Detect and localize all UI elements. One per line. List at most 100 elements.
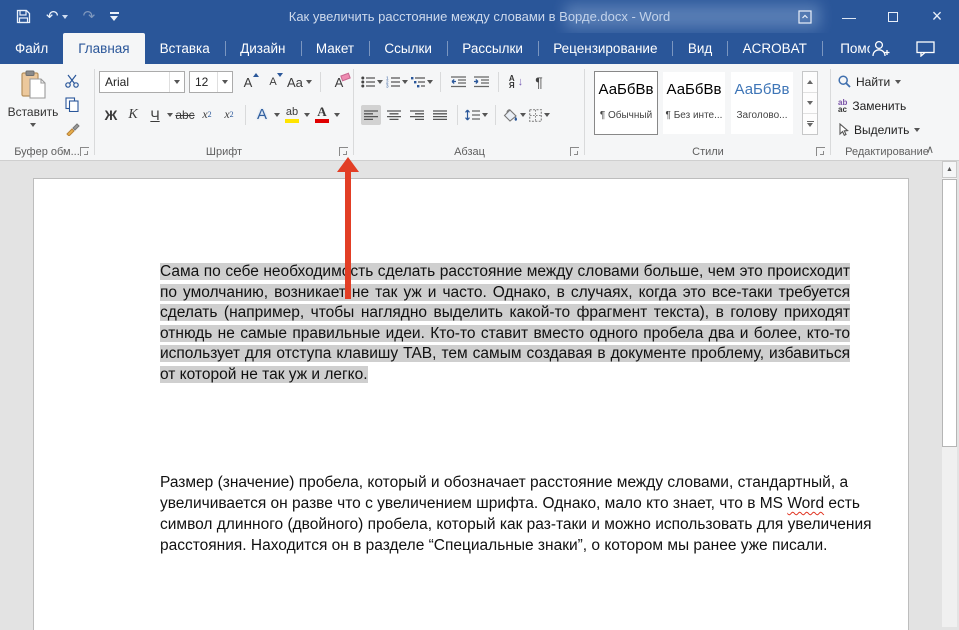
annotation-arrow-shaft (345, 171, 351, 299)
paste-dropdown-caret[interactable] (30, 123, 36, 127)
multilevel-list-button[interactable] (411, 72, 433, 92)
vertical-scrollbar[interactable]: ▲ (942, 161, 957, 627)
shrink-font-arrow-icon (277, 73, 283, 77)
select-button[interactable]: Выделить (838, 120, 920, 139)
share-person-icon[interactable] (870, 40, 890, 57)
window-titlebar: ↶ ↷ Как увеличить расстояние между слова… (0, 0, 959, 33)
font-size-combo[interactable]: 12 (189, 71, 233, 93)
align-left-icon (364, 110, 378, 121)
text-highlight-button[interactable]: ab (282, 104, 302, 125)
document-page[interactable] (33, 178, 909, 630)
eraser-icon (340, 72, 351, 81)
strikethrough-button[interactable]: abc (175, 104, 195, 125)
group-label-font: Шрифт (95, 146, 353, 158)
highlight-color-bar (285, 119, 299, 123)
change-case-button[interactable]: Aa (287, 72, 312, 93)
comment-icon[interactable] (916, 41, 935, 57)
undo-icon: ↶ (46, 9, 59, 24)
paragraph-dialog-launcher[interactable] (570, 147, 579, 156)
ribbon-display-options-button[interactable] (783, 0, 827, 33)
styles-gallery-more-button[interactable] (803, 114, 817, 134)
tab-layout[interactable]: Макет (301, 33, 369, 64)
tab-mailings[interactable]: Рассылки (447, 33, 538, 64)
redo-button[interactable]: ↷ (83, 9, 96, 24)
text-highlight-caret[interactable] (304, 113, 310, 117)
second-paragraph[interactable]: Размер (значение) пробела, который и обо… (160, 472, 872, 556)
styles-scroll-down-button[interactable] (803, 93, 817, 114)
italic-button[interactable]: К (123, 104, 143, 125)
font-color-button[interactable]: А (312, 104, 332, 125)
customize-qat-button[interactable] (110, 12, 119, 21)
tab-design[interactable]: Дизайн (225, 33, 300, 64)
select-caret[interactable] (914, 128, 920, 132)
minimize-button[interactable]: — (827, 0, 871, 33)
justify-button[interactable] (430, 105, 450, 125)
align-center-button[interactable] (384, 105, 404, 125)
undo-dropdown-caret[interactable] (62, 15, 68, 19)
styles-dialog-launcher[interactable] (816, 147, 825, 156)
tab-view[interactable]: Вид (673, 33, 727, 64)
bold-button[interactable]: Ж (101, 104, 121, 125)
format-painter-button[interactable] (62, 120, 82, 137)
subscript-button[interactable]: x2 (197, 104, 217, 125)
mini-separator (457, 105, 458, 125)
decrease-indent-button[interactable] (448, 72, 468, 92)
find-label: Найти (856, 75, 890, 89)
align-right-button[interactable] (407, 105, 427, 125)
scrollbar-up-button[interactable]: ▲ (942, 161, 957, 178)
undo-button[interactable]: ↶ (46, 9, 68, 24)
underline-caret[interactable] (167, 113, 173, 117)
styles-scroll-up-button[interactable] (803, 72, 817, 93)
shading-button[interactable] (503, 105, 526, 125)
increase-indent-button[interactable] (471, 72, 491, 92)
selected-paragraph[interactable]: Сама по себе необходимость сделать расст… (160, 262, 850, 386)
clipboard-dialog-launcher[interactable] (80, 147, 89, 156)
font-dialog-launcher[interactable] (339, 147, 348, 156)
style-heading[interactable]: АаБбВв Заголово... (730, 71, 794, 135)
tab-review[interactable]: Рецензирование (538, 33, 672, 64)
style-normal[interactable]: АаБбВв ¶ Обычный (594, 71, 658, 135)
superscript-button[interactable]: x2 (219, 104, 239, 125)
redo-icon: ↷ (83, 9, 96, 24)
save-button[interactable] (16, 9, 31, 24)
line-spacing-button[interactable] (465, 105, 488, 125)
style-no-spacing[interactable]: АаБбВв ¶ Без инте... (662, 71, 726, 135)
grow-font-button[interactable]: A (237, 72, 259, 93)
bullets-button[interactable] (361, 72, 383, 92)
tab-tell-me-helper[interactable]: Помощн (822, 33, 870, 64)
close-button[interactable]: × (915, 0, 959, 33)
copy-button[interactable] (62, 96, 82, 113)
shrink-font-button[interactable]: A (263, 72, 283, 93)
replace-button[interactable]: ab ac Заменить (838, 96, 920, 115)
font-color-caret[interactable] (334, 113, 340, 117)
text-effects-caret[interactable] (274, 113, 280, 117)
tabrow-right-icons (870, 33, 959, 64)
align-left-button[interactable] (361, 105, 381, 125)
cut-button[interactable] (62, 72, 82, 89)
font-name-dropdown[interactable] (169, 72, 184, 92)
tab-insert[interactable]: Вставка (145, 33, 225, 64)
copy-icon (65, 97, 79, 112)
find-button[interactable]: Найти (838, 72, 920, 91)
maximize-button[interactable] (871, 0, 915, 33)
font-name-combo[interactable]: Arial (99, 71, 185, 93)
highlight-icon: ab (285, 107, 299, 123)
tab-acrobat[interactable]: ACROBAT (728, 33, 822, 64)
collapse-ribbon-button[interactable]: ∧ (926, 143, 934, 156)
underline-button[interactable]: Ч (145, 104, 165, 125)
scrollbar-thumb[interactable] (942, 179, 957, 447)
paste-label: Вставить (8, 105, 59, 119)
grow-font-letter: A (244, 75, 253, 90)
find-caret[interactable] (895, 80, 901, 84)
numbering-button[interactable]: 1 2 3 (386, 72, 408, 92)
clear-formatting-button[interactable]: А (329, 72, 349, 93)
text-effects-button[interactable]: А (252, 104, 272, 125)
tab-home[interactable]: Главная (63, 33, 144, 64)
font-size-dropdown[interactable] (217, 72, 232, 92)
tab-file[interactable]: Файл (0, 33, 63, 64)
sort-button[interactable]: АЯ ↓ (506, 72, 526, 92)
borders-button[interactable] (529, 105, 550, 125)
tab-references[interactable]: Ссылки (369, 33, 447, 64)
show-paragraph-marks-button[interactable]: ¶ (529, 72, 549, 92)
paste-button[interactable]: Вставить (7, 70, 59, 142)
